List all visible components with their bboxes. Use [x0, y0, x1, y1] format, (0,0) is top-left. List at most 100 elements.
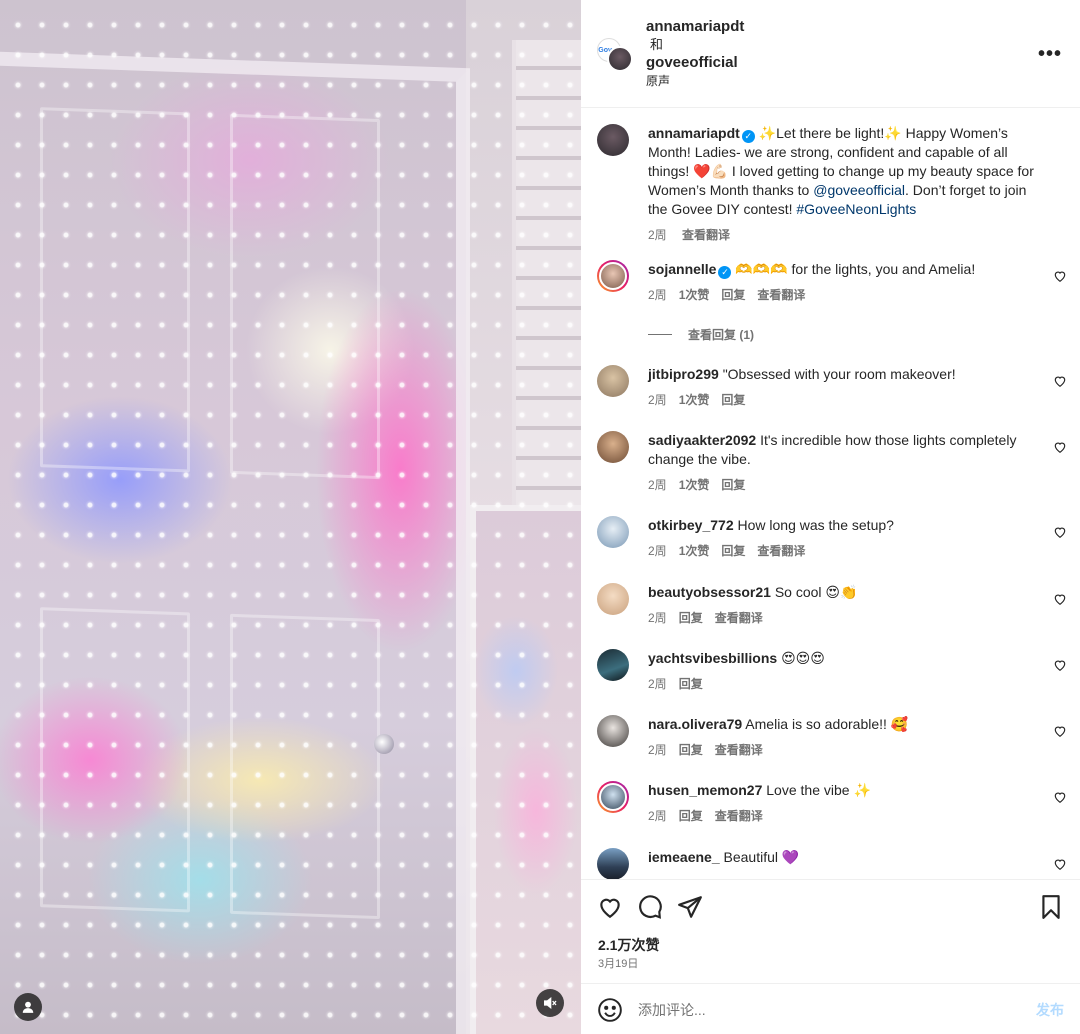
comment-username[interactable]: sojannelle [648, 261, 716, 277]
comment-username[interactable]: otkirbey_772 [648, 517, 734, 533]
like-heart-icon[interactable] [1053, 440, 1067, 454]
comment-avatar[interactable] [597, 365, 629, 397]
translate-button[interactable]: 查看翻译 [757, 544, 805, 558]
translate-button[interactable]: 查看翻译 [757, 288, 805, 302]
mute-button[interactable] [536, 989, 564, 1017]
comment-text: So cool 😍👏 [774, 584, 858, 600]
comment-time[interactable]: 2周 [648, 288, 667, 302]
comment-username[interactable]: jitbipro299 [648, 366, 719, 382]
audio-label[interactable]: 原声 [646, 72, 744, 90]
comment-input[interactable]: 添加评论... [638, 1000, 706, 1020]
comment-avatar[interactable] [597, 583, 629, 615]
save-bookmark-icon[interactable] [1038, 894, 1064, 920]
verified-badge-icon: ✓ [718, 266, 732, 279]
comment-time[interactable]: 2周 [648, 478, 667, 492]
reply-button[interactable]: 回复 [679, 743, 703, 757]
caption-mention[interactable]: @goveeofficial [813, 182, 905, 198]
post-media[interactable] [0, 0, 581, 1034]
comment-likes[interactable]: 1次赞 [679, 544, 710, 558]
comment-text: 😍😍😍 [781, 650, 825, 666]
like-icon[interactable] [597, 894, 623, 920]
comment-text: 🫶🫶🫶 for the lights, you and Amelia! [735, 261, 976, 277]
comment-username[interactable]: sadiyaakter2092 [648, 432, 756, 448]
caption-time[interactable]: 2周 [648, 228, 667, 242]
verified-badge-icon: ✓ [741, 130, 755, 143]
reply-button[interactable]: 回复 [721, 288, 745, 302]
comment-icon[interactable] [637, 894, 663, 920]
post-comment-button[interactable]: 发布 [1036, 1000, 1064, 1020]
caption-avatar[interactable] [597, 124, 629, 156]
like-heart-icon[interactable] [1053, 269, 1067, 283]
replies-divider [648, 334, 672, 335]
comment-avatar[interactable] [597, 715, 629, 747]
caption-translate[interactable]: 查看翻译 [682, 228, 730, 242]
comment-time[interactable]: 2周 [648, 393, 667, 407]
comment-likes[interactable]: 1次赞 [679, 478, 710, 492]
comment-composer: 添加评论... 发布 [581, 983, 1080, 1034]
comment-time[interactable]: 2周 [648, 544, 667, 558]
reply-button[interactable]: 回复 [721, 544, 745, 558]
comment-avatar[interactable] [597, 848, 629, 879]
comment-avatar[interactable] [597, 649, 629, 681]
speaker-muted-icon [544, 996, 557, 1010]
emoji-icon[interactable] [597, 997, 623, 1023]
comment-likes[interactable]: 1次赞 [679, 393, 710, 407]
reply-button[interactable]: 回复 [721, 393, 745, 407]
comment-likes[interactable]: 1次赞 [679, 288, 710, 302]
post-sidebar: Govee annamariapdt 和 goveeofficial 原声 ••… [581, 0, 1080, 1034]
reply-button[interactable]: 回复 [721, 478, 745, 492]
like-heart-icon[interactable] [1053, 525, 1067, 539]
tagged-user-button[interactable] [14, 993, 42, 1021]
like-heart-icon[interactable] [1053, 374, 1067, 388]
comment-avatar[interactable] [597, 516, 629, 548]
more-options-button[interactable]: ••• [1038, 43, 1062, 66]
reply-button[interactable]: 回复 [679, 677, 703, 691]
like-heart-icon[interactable] [1053, 658, 1067, 672]
post-actions: 2.1万次赞 3月19日 [581, 879, 1080, 989]
like-count[interactable]: 2.1万次赞 [598, 935, 659, 955]
comment-time[interactable]: 2周 [648, 677, 667, 691]
comment-avatar[interactable] [597, 431, 629, 463]
post-date[interactable]: 3月19日 [598, 955, 638, 971]
comment-time[interactable]: 2周 [648, 743, 667, 757]
comment-time[interactable]: 2周 [648, 809, 667, 823]
caption-username[interactable]: annamariapdt [648, 125, 740, 141]
comment-avatar[interactable] [597, 781, 629, 813]
view-replies-label[interactable]: 查看回复 (1) [688, 326, 754, 343]
comment-username[interactable]: yachtsvibesbillions [648, 650, 777, 666]
caption-hashtag[interactable]: #GoveeNeonLights [796, 201, 916, 217]
comment-text: Amelia is so adorable!! 🥰 [745, 716, 909, 732]
like-heart-icon[interactable] [1053, 592, 1067, 606]
collab-avatars[interactable]: Govee [597, 38, 633, 74]
author-conjunction: 和 [650, 37, 664, 52]
comments-list[interactable]: annamariapdt ✓ ✨Let there be light!✨ Happ… [581, 109, 1080, 879]
comment-time[interactable]: 2周 [648, 611, 667, 625]
translate-button[interactable]: 查看翻译 [715, 743, 763, 757]
share-icon[interactable] [677, 894, 703, 920]
author-username[interactable]: annamariapdt [646, 18, 744, 36]
comment-text: Beautiful 💜 [723, 849, 800, 865]
comment-avatar[interactable] [597, 260, 629, 292]
comment-text: "Obsessed with your room makeover! [722, 366, 956, 382]
reply-button[interactable]: 回复 [679, 611, 703, 625]
translate-button[interactable]: 查看翻译 [715, 809, 763, 823]
like-heart-icon[interactable] [1053, 724, 1067, 738]
comment-username[interactable]: husen_memon27 [648, 782, 762, 798]
string-lights [0, 0, 581, 1034]
comment-username[interactable]: beautyobsessor21 [648, 584, 771, 600]
door-knob [374, 734, 394, 754]
like-heart-icon[interactable] [1053, 857, 1067, 871]
post-header: Govee annamariapdt 和 goveeofficial 原声 ••… [581, 0, 1080, 108]
translate-button[interactable]: 查看翻译 [715, 611, 763, 625]
reply-button[interactable]: 回复 [679, 809, 703, 823]
comment-text: How long was the setup? [737, 517, 894, 533]
comment-username[interactable]: iemeaene_ [648, 849, 720, 865]
user-icon [22, 1001, 34, 1013]
comment-text: Love the vibe ✨ [766, 782, 871, 798]
post-authors: annamariapdt 和 goveeofficial 原声 [646, 18, 744, 90]
author-avatar[interactable] [607, 46, 633, 72]
view-replies-button[interactable]: 查看回复 (1) [648, 326, 754, 343]
coauthor-username[interactable]: goveeofficial [646, 54, 744, 72]
comment-username[interactable]: nara.olivera79 [648, 716, 742, 732]
like-heart-icon[interactable] [1053, 790, 1067, 804]
